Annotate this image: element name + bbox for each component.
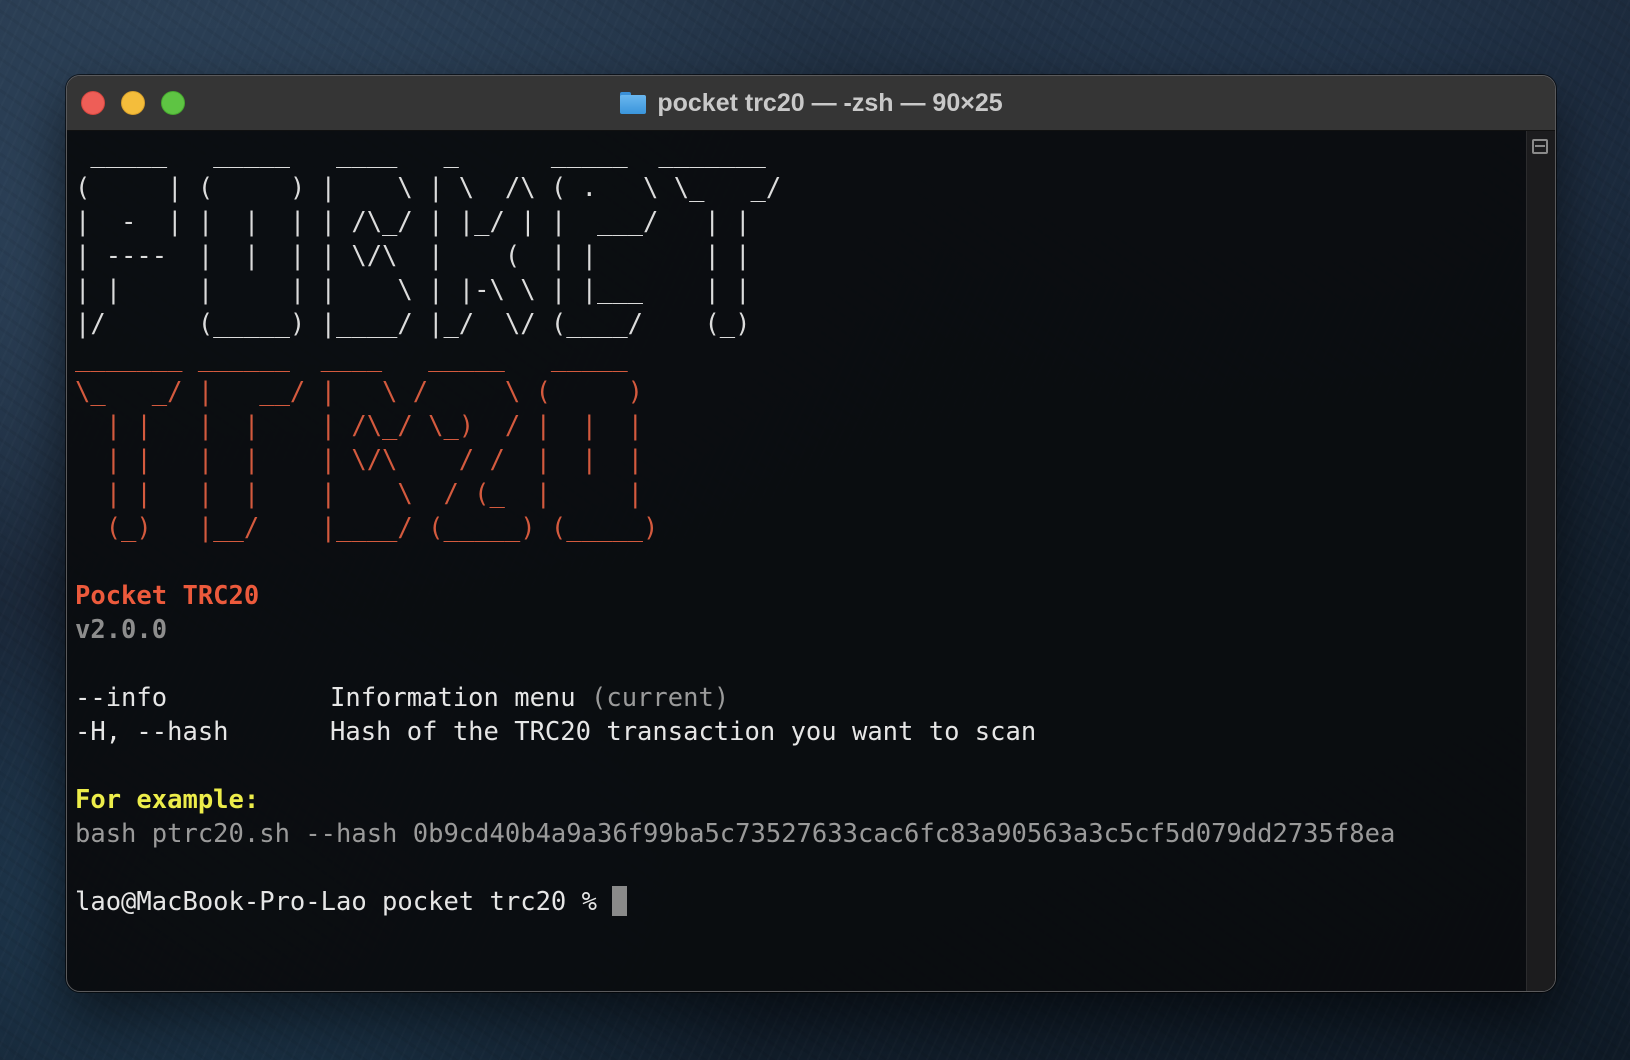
option-flag: -H, --hash [75,717,229,747]
app-version: v2.0.0 [75,615,168,645]
example-label-line: For example: [75,783,1517,817]
folder-icon [619,91,647,115]
terminal-output[interactable]: _____ _____ ____ _ _____ _______ ( | ( )… [67,131,1525,991]
example-command: bash ptrc20.sh --hash 0b9cd40b4a9a36f99b… [75,819,1396,849]
title-bar[interactable]: pocket trc20 — -zsh — 90×25 [67,76,1555,131]
window-title: pocket trc20 — -zsh — 90×25 [657,88,1003,117]
app-name-line: Pocket TRC20 [75,579,1517,613]
window-title-group: pocket trc20 — -zsh — 90×25 [67,76,1555,130]
option-description: Information menu [330,683,576,713]
version-line: v2.0.0 [75,613,1517,647]
split-pane-icon[interactable] [1532,139,1548,154]
option-row: -H, --hash Hash of the TRC20 transaction … [75,715,1517,749]
text-cursor [612,886,628,916]
scrollbar[interactable] [1526,131,1555,991]
option-row: --info Information menu (current) [75,681,1517,715]
app-name: Pocket TRC20 [75,581,260,611]
prompt-line[interactable]: lao@MacBook-Pro-Lao pocket trc20 % [75,885,1517,919]
example-command-line: bash ptrc20.sh --hash 0b9cd40b4a9a36f99b… [75,817,1517,851]
option-flag: --info [75,683,168,713]
example-label: For example: [75,785,260,815]
option-description: Hash of the TRC20 transaction you want t… [330,717,1037,747]
terminal-window: pocket trc20 — -zsh — 90×25 _____ _____ … [66,75,1556,992]
shell-prompt: lao@MacBook-Pro-Lao pocket trc20 % [75,887,613,917]
pocket-ascii-art: _____ _____ ____ _ _____ _______ ( | ( )… [75,139,782,339]
option-note: (current) [591,683,730,713]
trc20-ascii-art: _______ ______ ____ _____ _____ \_ _/ | … [75,343,659,543]
